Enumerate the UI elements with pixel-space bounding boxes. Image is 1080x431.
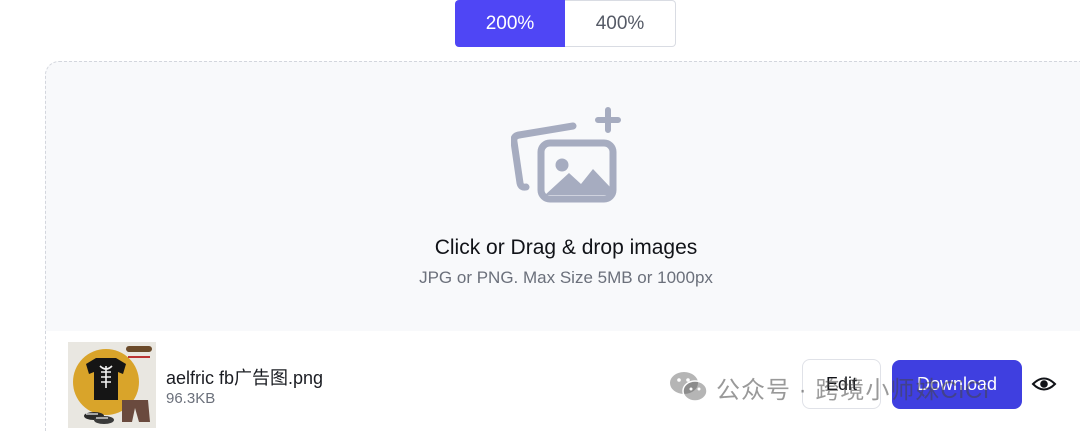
scale-200-button[interactable]: 200%: [455, 0, 565, 47]
file-row: aelfric fb广告图.png 96.3KB Edit Download: [45, 331, 1080, 431]
dropzone-subtitle: JPG or PNG. Max Size 5MB or 1000px: [419, 268, 713, 287]
download-button[interactable]: Download: [892, 360, 1022, 409]
dropzone-title: Click or Drag & drop images: [434, 236, 698, 259]
eye-icon[interactable]: [1031, 373, 1057, 395]
edit-button[interactable]: Edit: [802, 359, 881, 409]
scale-toggle: 200% 400%: [455, 0, 676, 47]
add-image-icon: [511, 107, 621, 203]
scale-400-button[interactable]: 400%: [565, 0, 676, 47]
upload-dropzone[interactable]: Click or Drag & drop images JPG or PNG. …: [45, 61, 1080, 361]
file-size: 96.3KB: [166, 390, 216, 407]
file-name: aelfric fb广告图.png: [166, 368, 324, 388]
product-thumbnail: [68, 342, 156, 428]
page: 200% 400% Click or Drag & drop images JP…: [0, 0, 1080, 431]
